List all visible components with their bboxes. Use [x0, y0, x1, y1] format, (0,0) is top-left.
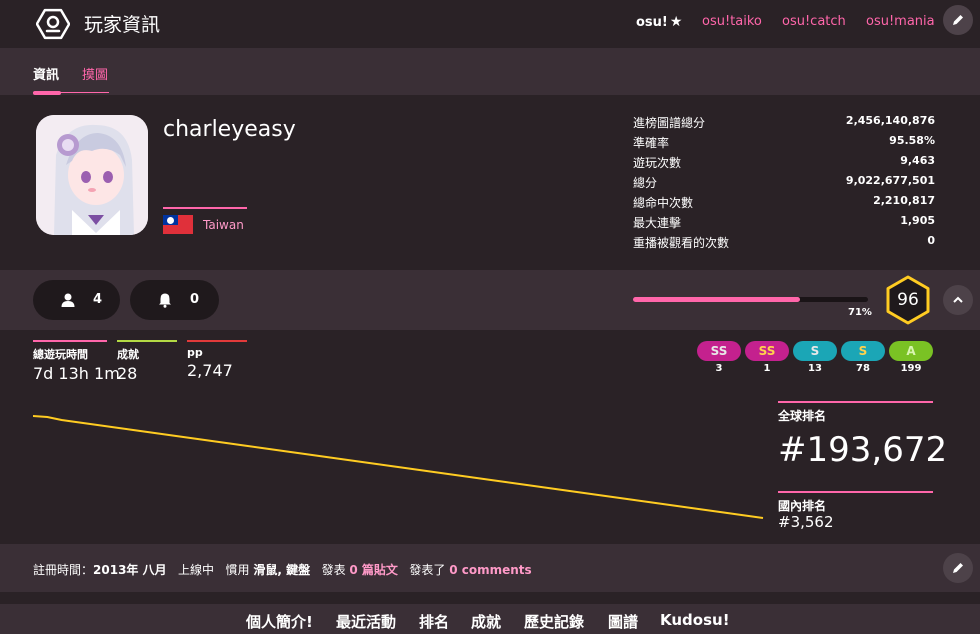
- mode-mania[interactable]: osu!mania: [866, 14, 935, 29]
- level-progress-fill: [633, 297, 800, 302]
- nav-ranks[interactable]: 排名: [419, 611, 449, 632]
- nav-beatmaps[interactable]: 圖譜: [608, 611, 638, 632]
- country-divider: [163, 207, 247, 209]
- edit-cover-button[interactable]: [943, 5, 973, 35]
- tab-fanart[interactable]: 摸圖: [82, 64, 108, 83]
- grade-s-count: 78: [856, 363, 870, 374]
- global-rank-value: #193,672: [778, 430, 948, 470]
- grade-ssh-badge: SS: [697, 341, 741, 361]
- playtime-stat: 總遊玩時間 7d 13h 1m: [33, 340, 120, 383]
- followers-button[interactable]: 4: [33, 280, 120, 320]
- followers-count: 4: [93, 292, 103, 307]
- chevron-up-icon: [953, 296, 963, 303]
- grade-sh-count: 13: [808, 363, 822, 374]
- bell-icon: [159, 293, 171, 308]
- profile-info-bar: 註冊時間：2013年 八月 上線中 慣用 滑鼠, 鍵盤 發表 0 篇貼文 發表了…: [0, 544, 980, 592]
- nav-historical[interactable]: 歷史記錄: [524, 611, 584, 632]
- rank-history-line: [33, 415, 764, 519]
- mapping-subscribe-button[interactable]: 0: [130, 280, 219, 320]
- avatar[interactable]: [36, 115, 148, 235]
- nav-me[interactable]: 個人簡介!: [246, 611, 313, 632]
- rank-history-graph[interactable]: [33, 408, 773, 528]
- level-progress-label: 71%: [848, 307, 872, 318]
- profile-header: charleyeasy Taiwan 進榜圖譜總分 2,456,140,876 準…: [0, 95, 980, 270]
- grade-a-count: 199: [900, 363, 922, 374]
- posts-link[interactable]: 0 篇貼文: [349, 563, 398, 577]
- page-title: 玩家資訊: [84, 14, 161, 36]
- stat-row: 最大連擊 1,905: [633, 214, 935, 230]
- pencil-icon: [953, 563, 963, 573]
- star-icon: ★: [669, 14, 683, 30]
- username: charleyeasy: [163, 117, 296, 142]
- user-icon: [61, 293, 75, 307]
- nav-recent-activity[interactable]: 最近活動: [336, 611, 396, 632]
- header: 玩家資訊 osu! ★ osu!taiko osu!catch osu!mania: [0, 0, 980, 48]
- nav-kudosu[interactable]: Kudosu!: [660, 611, 730, 629]
- tab-info[interactable]: 資訊: [33, 64, 59, 83]
- section-divider: [0, 592, 980, 604]
- comments-link[interactable]: 0 comments: [449, 563, 531, 577]
- grade-ss-count: 1: [763, 363, 771, 374]
- avatar-image: [36, 115, 148, 235]
- mode-catch[interactable]: osu!catch: [782, 14, 846, 29]
- rank-section: 總遊玩時間 7d 13h 1m 成就 28 pp 2,747 SS 3 SS 1…: [0, 330, 980, 544]
- mapping-subscribers-count: 0: [190, 292, 200, 307]
- level-progress-bar: [633, 297, 868, 302]
- level-number: 96: [897, 290, 919, 310]
- stat-row: 準確率 95.58%: [633, 134, 935, 150]
- country-rank-value: #3,562: [778, 513, 834, 531]
- collapse-button[interactable]: [943, 285, 973, 315]
- stat-row: 遊玩次數 9,463: [633, 154, 935, 170]
- mode-taiko[interactable]: osu!taiko: [702, 14, 762, 29]
- flag-icon: [163, 215, 193, 234]
- grade-ssh-count: 3: [715, 363, 723, 374]
- grade-s-badge: S: [841, 341, 885, 361]
- profile-tabs: 資訊 摸圖: [0, 48, 980, 95]
- global-rank-label: 全球排名: [778, 409, 827, 423]
- stat-row: 總分 9,022,677,501: [633, 174, 935, 190]
- profile-icon: [36, 8, 70, 40]
- social-bar: 4 0 71% 96: [0, 270, 980, 330]
- grade-sh-badge: S: [793, 341, 837, 361]
- country-rank-divider: [778, 491, 933, 493]
- mode-osu[interactable]: osu! ★: [636, 14, 682, 30]
- grade-a-badge: A: [889, 341, 933, 361]
- country-rank-label: 國內排名: [778, 499, 827, 513]
- pencil-icon: [953, 15, 963, 25]
- edit-profile-button[interactable]: [943, 553, 973, 583]
- stat-row: 總命中次數 2,210,817: [633, 194, 935, 210]
- country-link[interactable]: Taiwan: [203, 218, 244, 232]
- global-rank-divider: [778, 401, 933, 403]
- stat-row: 重播被觀看的次數 0: [633, 234, 935, 250]
- grade-ss-badge: SS: [745, 341, 789, 361]
- nav-medals[interactable]: 成就: [471, 611, 501, 632]
- stats-list: 進榜圖譜總分 2,456,140,876 準確率 95.58% 遊玩次數 9,463 …: [633, 114, 935, 254]
- medals-stat: 成就 28: [117, 340, 177, 383]
- stat-row: 進榜圖譜總分 2,456,140,876: [633, 114, 935, 130]
- pp-stat: pp 2,747: [187, 340, 247, 380]
- profile-info-text: 註冊時間：2013年 八月 上線中 慣用 滑鼠, 鍵盤 發表 0 篇貼文 發表了…: [33, 563, 532, 577]
- bottom-nav: 個人簡介! 最近活動 排名 成就 歷史記錄 圖譜 Kudosu!: [0, 604, 980, 634]
